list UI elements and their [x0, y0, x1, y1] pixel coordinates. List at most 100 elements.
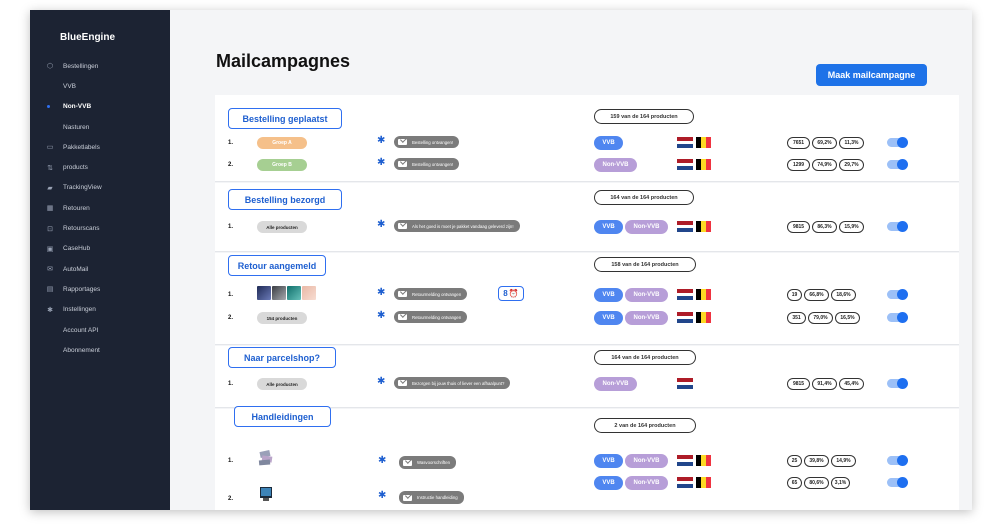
mail-subject: Wasvoorschriften [417, 460, 451, 465]
campaign-row: 2. Groep B ✱ Bestelling ontvangen! Non-V… [215, 156, 959, 176]
product-scope-badge[interactable]: Alle producten [257, 378, 307, 390]
gear-icon[interactable]: ✱ [377, 310, 385, 321]
stat-open-rate: 69,2% [812, 137, 837, 149]
gear-icon[interactable]: ✱ [377, 135, 385, 146]
case-icon: ▣ [46, 245, 54, 253]
sidebar-item-automail[interactable]: ✉ AutoMail [30, 259, 170, 279]
nl-flag-icon [677, 378, 693, 390]
row-number: 1. [228, 381, 234, 387]
product-image[interactable] [257, 449, 275, 467]
sidebar-item-retouren[interactable]: ▦ Retouren [30, 198, 170, 218]
sidebar-item-label: Retouren [63, 204, 90, 212]
gear-icon[interactable]: ✱ [378, 455, 386, 466]
product-scope-badge[interactable]: Alle producten [257, 221, 307, 233]
gear-icon[interactable]: ✱ [378, 490, 386, 501]
group-badge[interactable]: Groep B [257, 159, 307, 171]
main-content: Mailcampagnes Maak mailcampagne Bestelli… [170, 10, 972, 510]
mail-subject: Retourmelding ontvangen [412, 291, 462, 297]
campaign-title[interactable]: Handleidingen [234, 406, 331, 427]
vvb-tag: VVB [594, 288, 623, 302]
sidebar-item-non-vvb[interactable]: Non-VVB [30, 97, 170, 117]
product-thumbnail [302, 286, 316, 300]
group-badge[interactable]: Groep A [257, 137, 307, 149]
mail-subject: Als het goed is moet je pakket vandaag g… [412, 223, 514, 229]
campaign-row: 1. Alle producten ✱ Als het goed is moet… [215, 218, 959, 238]
mail-icon: ✉ [47, 266, 53, 274]
campaign-row: 2. 154 producten ✱ Retourmelding ontvang… [215, 309, 959, 329]
enable-toggle[interactable] [887, 289, 908, 300]
sidebar-item-account-api[interactable]: Account API [30, 320, 170, 340]
enable-toggle[interactable] [887, 221, 908, 232]
mail-template-button[interactable]: Instructie handleiding [399, 491, 464, 504]
sidebar-item-pakketlabels[interactable]: ▭ Pakketlabels [30, 137, 170, 157]
enable-toggle[interactable] [887, 137, 908, 148]
stat-open-rate: 39,8% [804, 455, 829, 467]
mail-template-button[interactable]: Bestelling ontvangen! [394, 136, 460, 148]
gear-icon[interactable]: ✱ [377, 287, 385, 298]
sidebar-item-vvb[interactable]: VVB [30, 76, 170, 96]
product-count-badge: 158 van de 164 producten [594, 257, 696, 272]
product-thumbnails[interactable] [257, 286, 317, 302]
non-vvb-tag: Non-VVB [594, 377, 637, 391]
enable-toggle[interactable] [887, 378, 908, 389]
campaign-card: Bestelling geplaatst 159 van de 164 prod… [215, 95, 959, 182]
grid-icon: ▦ [46, 205, 54, 213]
mail-template-button[interactable]: Retourmelding ontvangen [394, 311, 468, 323]
mail-template-button[interactable]: Bezorgen bij jouw thuis of liever een af… [394, 377, 511, 389]
sidebar-item-abonnement[interactable]: Abonnement [30, 340, 170, 360]
brand-logo[interactable]: BlueEngine [60, 32, 115, 43]
enable-toggle[interactable] [887, 477, 908, 488]
sidebar-item-instellingen[interactable]: ✱ Instellingen [30, 300, 170, 320]
sidebar-item-label: TrackingView [63, 184, 102, 192]
sidebar-item-trackingview[interactable]: ▰ TrackingView [30, 178, 170, 198]
sidebar-item-bestellingen[interactable]: ⬡ Bestellingen [30, 56, 170, 76]
stat-click-rate: 16,5% [835, 312, 860, 324]
nl-flag-icon [677, 159, 693, 171]
mail-template-button[interactable]: Als het goed is moet je pakket vandaag g… [394, 220, 520, 232]
campaign-row: 1. ✱ Retourmelding ontvangen 8 ⏰ VVB Non-… [215, 286, 959, 306]
vvb-tag: VVB [594, 454, 623, 468]
vvb-tag: VVB [594, 476, 623, 490]
envelope-icon [403, 459, 412, 466]
sidebar-nav: ⬡ Bestellingen VVB Non-VVB Nasturen ▭ Pakk… [30, 56, 170, 360]
product-scope-badge[interactable]: 154 producten [257, 312, 307, 324]
product-thumbnail [257, 286, 271, 300]
stat-click-rate: 18,6% [831, 289, 856, 301]
sidebar-item-rapportages[interactable]: ▤ Rapportages [30, 279, 170, 299]
sidebar-item-nasturen[interactable]: Nasturen [30, 117, 170, 137]
mail-template-button[interactable]: Bestelling ontvangen! [394, 158, 460, 170]
envelope-icon [398, 314, 407, 320]
row-number: 2. [228, 496, 234, 502]
cube-icon: ⬡ [46, 63, 54, 71]
sidebar-item-products[interactable]: ⇅ products [30, 157, 170, 177]
sidebar-item-label: CaseHub [63, 245, 91, 253]
stat-click-rate: 3,1% [831, 477, 850, 489]
sidebar-item-retourscans[interactable]: ⊡ Retourscans [30, 218, 170, 238]
mail-template-button[interactable]: Wasvoorschriften [399, 456, 457, 469]
nl-flag-icon [677, 221, 693, 233]
gear-icon[interactable]: ✱ [377, 219, 385, 230]
be-flag-icon [696, 455, 711, 466]
sidebar-item-casehub[interactable]: ▣ CaseHub [30, 239, 170, 259]
campaign-title[interactable]: Retour aangemeld [228, 255, 326, 276]
sidebar-item-label: Non-VVB [63, 103, 92, 111]
envelope-icon [403, 494, 412, 501]
gear-icon[interactable]: ✱ [377, 376, 385, 387]
campaign-card: Retour aangemeld 158 van de 164 producte… [215, 253, 959, 345]
product-count-badge: 2 van de 164 producten [594, 418, 696, 433]
gear-icon[interactable]: ✱ [377, 157, 385, 168]
enable-toggle[interactable] [887, 159, 908, 170]
stat-sent: 19 [787, 289, 802, 301]
active-dot [47, 105, 50, 109]
be-flag-icon [696, 312, 711, 323]
enable-toggle[interactable] [887, 312, 908, 323]
stat-open-rate: 91,4% [812, 378, 837, 390]
reminder-badge[interactable]: 8 ⏰ [498, 286, 524, 301]
mail-template-button[interactable]: Retourmelding ontvangen [394, 288, 468, 300]
enable-toggle[interactable] [887, 455, 908, 466]
campaign-title[interactable]: Bestelling geplaatst [228, 108, 342, 129]
campaign-title[interactable]: Naar parcelshop? [228, 347, 336, 368]
campaign-title[interactable]: Bestelling bezorgd [228, 189, 342, 210]
create-campaign-button[interactable]: Maak mailcampagne [816, 64, 927, 86]
product-image[interactable] [257, 485, 275, 503]
